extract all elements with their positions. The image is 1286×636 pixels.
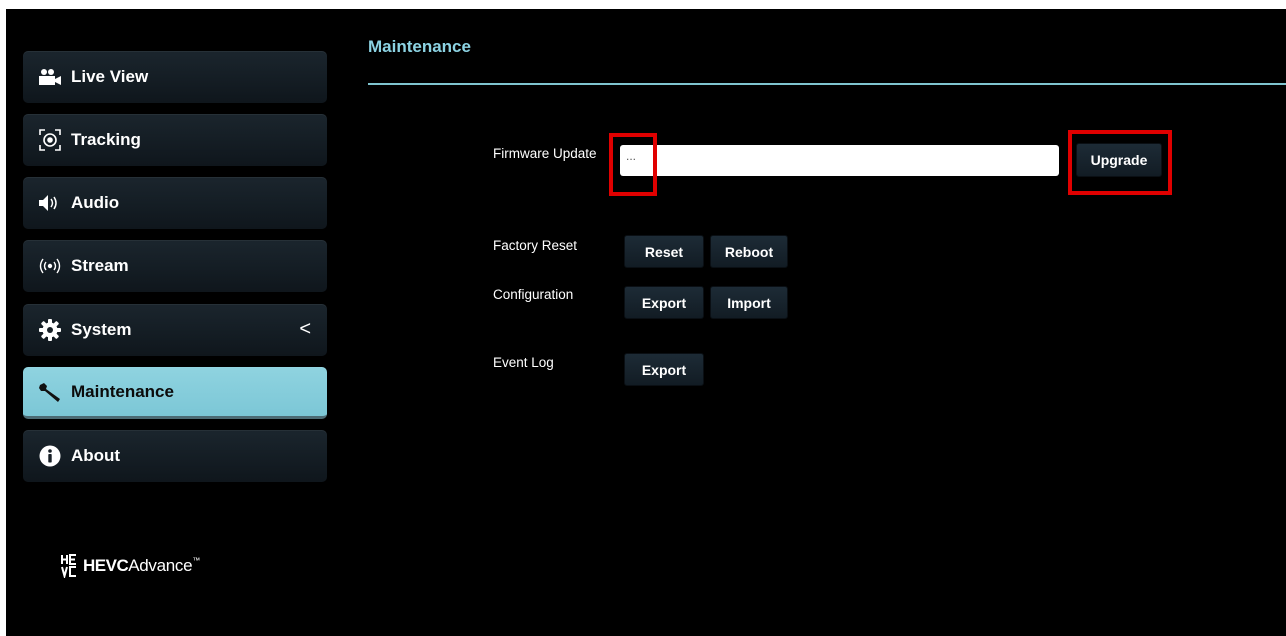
firmware-file-input[interactable]: ... — [620, 145, 1059, 176]
sidebar-item-tracking[interactable]: Tracking — [23, 114, 327, 166]
upgrade-button[interactable]: Upgrade — [1076, 143, 1162, 177]
sidebar-item-live-view[interactable]: Live View — [23, 51, 327, 103]
brand-advance: Advance — [128, 556, 193, 575]
event-log-export-button[interactable]: Export — [624, 353, 704, 386]
gear-icon — [37, 318, 63, 342]
config-export-button[interactable]: Export — [624, 286, 704, 319]
reset-button[interactable]: Reset — [624, 235, 704, 268]
reboot-button[interactable]: Reboot — [710, 235, 788, 268]
broadcast-icon — [37, 254, 63, 278]
hevc-logo-mark-icon — [61, 554, 76, 578]
chevron-left-icon[interactable]: < — [299, 318, 311, 341]
sidebar-item-label: Tracking — [71, 130, 141, 149]
sidebar-item-maintenance[interactable]: Maintenance — [23, 367, 327, 419]
event-log-label: Event Log — [493, 355, 554, 370]
brand-trademark: ™ — [192, 555, 201, 565]
page-title: Maintenance — [368, 37, 471, 56]
sidebar-item-stream[interactable]: Stream — [23, 240, 327, 292]
sidebar-item-label: About — [71, 446, 121, 465]
info-icon — [37, 444, 63, 468]
brand-hevc: HEVC — [83, 556, 129, 575]
video-camera-icon — [37, 65, 63, 89]
sidebar-item-label: System — [71, 320, 132, 339]
hevc-advance-logo: HEVC Advance ™ — [60, 554, 200, 578]
sidebar-item-label: Audio — [71, 193, 120, 212]
wrench-icon — [37, 380, 63, 404]
sidebar-item-label: Maintenance — [71, 381, 174, 401]
sidebar-item-about[interactable]: About — [23, 430, 327, 482]
configuration-label: Configuration — [493, 287, 574, 302]
speaker-icon — [37, 191, 63, 215]
app-window: Live View Tracking Audio Stream System <… — [6, 9, 1286, 636]
sidebar-item-audio[interactable]: Audio — [23, 177, 327, 229]
sidebar-item-system[interactable]: System < — [23, 304, 327, 356]
sidebar-item-label: Live View — [71, 67, 149, 86]
sidebar-item-label: Stream — [71, 256, 129, 275]
tracking-target-icon — [37, 128, 63, 152]
config-import-button[interactable]: Import — [710, 286, 788, 319]
factory-reset-label: Factory Reset — [493, 238, 578, 253]
header-divider — [368, 83, 1286, 85]
firmware-update-label: Firmware Update — [493, 146, 597, 161]
